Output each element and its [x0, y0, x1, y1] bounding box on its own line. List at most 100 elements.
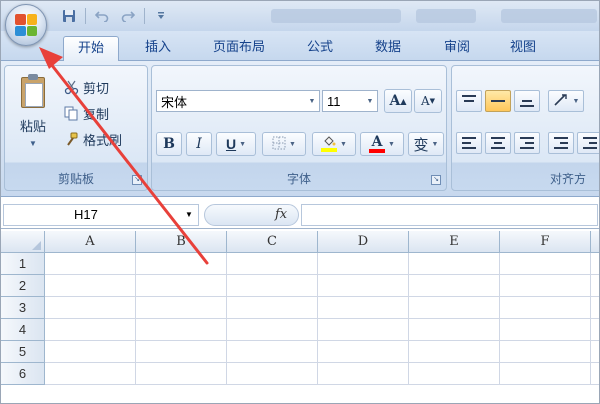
row-header-6[interactable]: 6 [1, 363, 45, 385]
column-header-a[interactable]: A [45, 231, 136, 253]
align-left-button[interactable] [456, 132, 482, 154]
cell[interactable] [45, 275, 136, 297]
cell[interactable] [45, 363, 136, 385]
format-painter-button[interactable]: 格式刷 [63, 128, 122, 150]
cell[interactable] [136, 253, 227, 275]
cell[interactable] [227, 363, 318, 385]
tab-page-layout[interactable]: 页面布局 [199, 36, 279, 61]
tab-insert[interactable]: 插入 [131, 36, 185, 61]
increase-indent-button[interactable] [577, 132, 599, 154]
column-header-d[interactable]: D [318, 231, 409, 253]
cell[interactable] [591, 253, 599, 275]
cell[interactable] [318, 275, 409, 297]
tab-formulas[interactable]: 公式 [293, 36, 347, 61]
cell[interactable] [136, 275, 227, 297]
row-header-4[interactable]: 4 [1, 319, 45, 341]
cell[interactable] [318, 297, 409, 319]
cell[interactable] [500, 297, 591, 319]
cell[interactable] [409, 297, 500, 319]
align-bottom-button[interactable] [514, 90, 540, 112]
cell[interactable] [136, 319, 227, 341]
align-right-icon [520, 137, 534, 149]
italic-button[interactable]: I [186, 132, 212, 156]
shrink-font-button[interactable]: A ▼ [414, 89, 442, 113]
cell[interactable] [136, 341, 227, 363]
copy-button[interactable]: 复制 [63, 102, 109, 124]
cell[interactable] [136, 297, 227, 319]
cell[interactable] [409, 319, 500, 341]
orientation-button[interactable]: ▼ [548, 90, 584, 112]
grow-font-button[interactable]: A ▲ [384, 89, 412, 113]
redo-icon[interactable] [118, 7, 138, 25]
chevron-down-icon: ▼ [239, 140, 247, 148]
row-header-1[interactable]: 1 [1, 253, 45, 275]
dialog-launcher-icon[interactable]: ↘ [431, 175, 441, 185]
cell[interactable] [45, 341, 136, 363]
cell[interactable] [591, 341, 599, 363]
cell[interactable] [500, 275, 591, 297]
row-header-5[interactable]: 5 [1, 341, 45, 363]
cell[interactable] [45, 319, 136, 341]
cell[interactable] [591, 363, 599, 385]
cell[interactable] [227, 341, 318, 363]
cell[interactable] [500, 319, 591, 341]
dialog-launcher-icon[interactable]: ↘ [132, 175, 142, 185]
row-header-2[interactable]: 2 [1, 275, 45, 297]
column-header-g[interactable] [591, 231, 599, 253]
cell[interactable] [45, 297, 136, 319]
align-middle-button[interactable] [485, 90, 511, 112]
cell[interactable] [227, 319, 318, 341]
column-header-e[interactable]: E [409, 231, 500, 253]
cell[interactable] [318, 319, 409, 341]
phonetic-guide-button[interactable]: 变 ▼ [408, 132, 444, 156]
decrease-indent-button[interactable] [548, 132, 574, 154]
cell[interactable] [409, 363, 500, 385]
name-box[interactable]: H17 [3, 204, 199, 226]
cell[interactable] [409, 253, 500, 275]
paste-button[interactable]: 粘贴 ▼ [11, 74, 55, 148]
font-name-select[interactable]: 宋体 ▼ [156, 90, 320, 112]
insert-function-button[interactable]: fx [275, 207, 287, 222]
cell[interactable] [500, 363, 591, 385]
cell[interactable] [591, 319, 599, 341]
cell[interactable] [591, 297, 599, 319]
cell[interactable] [45, 253, 136, 275]
cut-button[interactable]: 剪切 [63, 76, 109, 98]
cell[interactable] [227, 297, 318, 319]
cell[interactable] [227, 253, 318, 275]
column-header-b[interactable]: B [136, 231, 227, 253]
save-icon[interactable] [59, 7, 79, 25]
cell[interactable] [318, 253, 409, 275]
cell[interactable] [227, 275, 318, 297]
tab-home[interactable]: 开始 [63, 36, 119, 62]
font-color-button[interactable]: A ▼ [360, 132, 404, 156]
cell[interactable] [500, 341, 591, 363]
cell[interactable] [409, 275, 500, 297]
fill-color-button[interactable]: ▼ [312, 132, 356, 156]
tab-view[interactable]: 视图 [495, 36, 551, 61]
align-top-button[interactable] [456, 90, 482, 112]
align-center-button[interactable] [485, 132, 511, 154]
cell[interactable] [318, 341, 409, 363]
formula-input[interactable] [301, 204, 598, 226]
select-all-button[interactable] [1, 231, 45, 253]
column-header-c[interactable]: C [227, 231, 318, 253]
bold-button[interactable]: B [156, 132, 182, 156]
borders-button[interactable]: ▼ [262, 132, 306, 156]
cell[interactable] [500, 253, 591, 275]
cell[interactable] [136, 363, 227, 385]
cell[interactable] [591, 275, 599, 297]
tab-data[interactable]: 数据 [359, 36, 417, 61]
row-header-3[interactable]: 3 [1, 297, 45, 319]
cell[interactable] [318, 363, 409, 385]
underline-button[interactable]: U ▼ [216, 132, 256, 156]
tab-review[interactable]: 审阅 [429, 36, 485, 61]
align-right-button[interactable] [514, 132, 540, 154]
font-size-select[interactable]: 11 ▼ [322, 90, 378, 112]
chevron-down-icon[interactable]: ▼ [185, 210, 193, 219]
cell[interactable] [409, 341, 500, 363]
undo-icon[interactable] [92, 7, 112, 25]
customize-icon[interactable] [151, 7, 171, 25]
column-header-f[interactable]: F [500, 231, 591, 253]
office-button[interactable] [5, 4, 47, 46]
